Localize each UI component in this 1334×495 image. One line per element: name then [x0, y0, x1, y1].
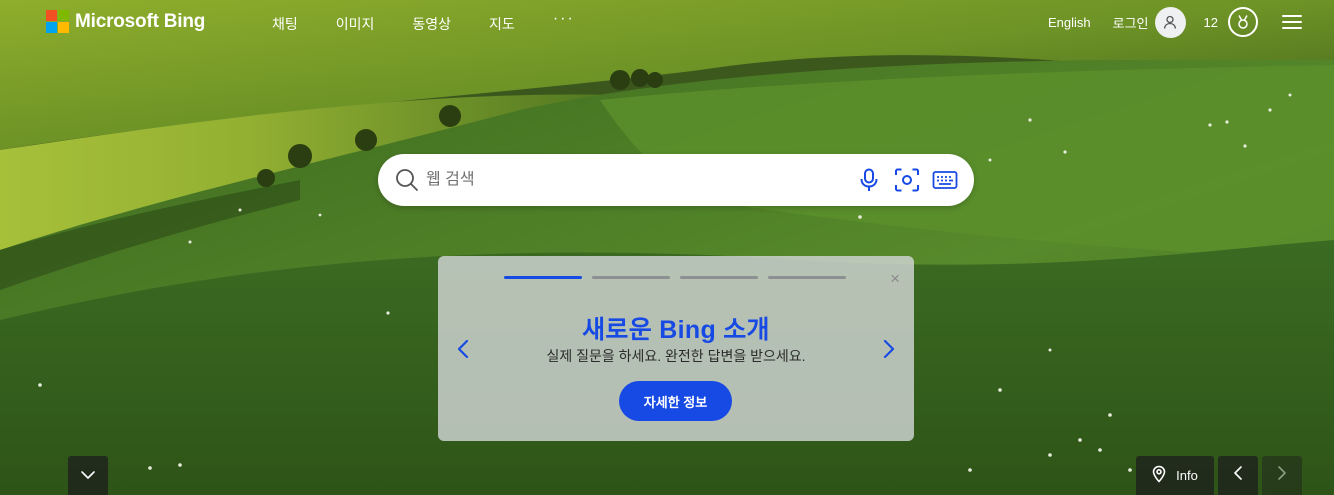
search-input[interactable]: [426, 171, 846, 189]
microsoft-logo-icon: [46, 10, 69, 33]
search-box: [378, 154, 974, 206]
brand-name: Microsoft Bing: [75, 10, 206, 32]
scroll-down-button[interactable]: [68, 456, 108, 495]
nav-maps[interactable]: 지도: [489, 14, 515, 34]
info-button[interactable]: Info: [1136, 456, 1214, 495]
nav-videos[interactable]: 동영상: [412, 14, 451, 34]
progress-segment[interactable]: [768, 276, 846, 279]
chevron-right-icon: [1277, 465, 1287, 486]
search-tools: [856, 167, 958, 193]
logo-square-green: [58, 10, 69, 21]
hamburger-line: [1282, 27, 1302, 29]
info-label: Info: [1176, 468, 1198, 483]
login-button[interactable]: 로그인: [1112, 6, 1186, 38]
hamburger-icon[interactable]: [1282, 15, 1302, 29]
progress-segment[interactable]: [680, 276, 758, 279]
learn-more-button[interactable]: 자세한 정보: [619, 381, 732, 421]
logo-square-red: [46, 10, 57, 21]
progress-segment[interactable]: [592, 276, 670, 279]
location-pin-icon: [1152, 465, 1166, 486]
previous-image-button[interactable]: [1218, 456, 1258, 495]
medal-icon[interactable]: [1228, 7, 1258, 37]
main-nav: 채팅 이미지 동영상 지도 ···: [272, 10, 575, 34]
image-controls: Info: [1136, 456, 1302, 495]
reward-points: 12: [1203, 14, 1218, 30]
top-header: Microsoft Bing 채팅 이미지 동영상 지도 ··· English…: [0, 0, 1334, 44]
hamburger-line: [1282, 15, 1302, 17]
nav-chat[interactable]: 채팅: [272, 14, 298, 34]
chevron-left-icon: [1233, 465, 1243, 486]
user-icon: [1154, 6, 1186, 38]
logo-square-yellow: [58, 22, 69, 33]
search-icon[interactable]: [394, 167, 420, 193]
logo-square-blue: [46, 22, 57, 33]
promo-card: × 새로운 Bing 소개 실제 질문을 하세요. 완전한 답변을 받으세요. …: [438, 256, 914, 441]
progress-segment-active[interactable]: [504, 276, 582, 279]
language-link[interactable]: English: [1048, 15, 1091, 30]
next-image-button[interactable]: [1262, 456, 1302, 495]
nav-images[interactable]: 이미지: [336, 14, 375, 34]
promo-title: 새로운 Bing 소개: [582, 316, 770, 344]
bing-logo[interactable]: Microsoft Bing: [46, 10, 205, 33]
nav-more-button[interactable]: ···: [553, 10, 575, 34]
carousel-progress: [504, 276, 846, 279]
close-icon[interactable]: ×: [890, 270, 900, 287]
login-label: 로그인: [1112, 15, 1149, 31]
chevron-right-icon[interactable]: [878, 338, 898, 360]
microphone-icon[interactable]: [856, 167, 882, 193]
hamburger-line: [1282, 21, 1302, 23]
chevron-down-icon: [80, 467, 96, 485]
promo-subtitle: 실제 질문을 하세요. 완전한 답변을 받으세요.: [546, 348, 806, 364]
visual-search-icon[interactable]: [894, 167, 920, 193]
header-right: English 로그인 12: [1048, 6, 1302, 38]
keyboard-icon[interactable]: [932, 167, 958, 193]
